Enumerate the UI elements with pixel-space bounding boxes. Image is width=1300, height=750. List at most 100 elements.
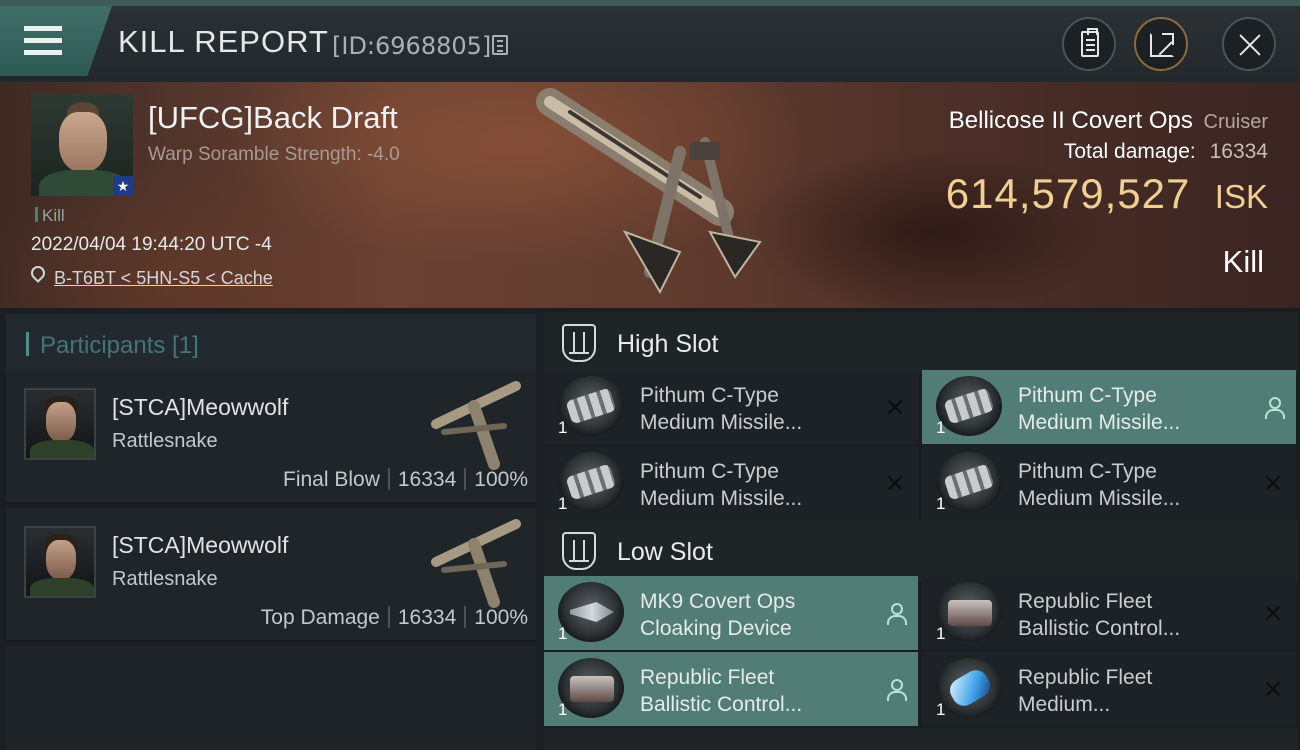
module-name: Pithum C-Type Medium Missile... [1018,384,1181,434]
module-quantity: 1 [558,494,568,513]
participant-stats: Final Blow 16334 100% [283,468,528,492]
participant-role: Final Blow [283,468,380,491]
module-name: MK9 Covert Ops Cloaking Device [640,590,796,640]
participant-ship-image [431,381,521,470]
participant-ship: Rattlesnake [112,568,218,590]
dropped-user-icon [886,679,907,701]
location-link[interactable]: B-T6BT < 5HN-S5 < Cache [54,268,273,289]
destroyed-icon [1265,605,1281,621]
close-icon [1239,34,1261,56]
isk-value: 614,579,527 ISK [946,170,1268,218]
destroyed-icon [887,399,903,415]
participant-avatar[interactable] [24,526,96,598]
victim-ship-image[interactable] [530,82,770,306]
launcher-icon [936,452,1002,512]
result-label: Kill [1222,244,1264,279]
kill-tag: Kill [35,206,65,226]
participant-ship: Rattlesnake [112,430,218,452]
share-button[interactable] [1134,17,1188,71]
module-quantity: 1 [558,700,568,719]
ship-class: Cruiser [1203,111,1268,133]
participant-stats: Top Damage 16334 100% [261,606,528,630]
page-title: KILL REPORT [118,24,329,59]
dropped-user-icon [886,603,907,625]
participants-title: Participants [1] [40,332,199,359]
copy-id-icon[interactable] [492,35,508,55]
participant-percent: 100% [474,468,528,491]
isk-unit: ISK [1214,178,1268,215]
share-icon [1150,33,1174,57]
total-damage: Total damage: 16334 [1064,140,1268,164]
module-quantity: 1 [936,700,946,719]
module-item[interactable]: 1 MK9 Covert Ops Cloaking Device [544,576,918,650]
module-name: Pithum C-Type Medium Missile... [640,460,803,510]
destroyed-icon [1265,475,1281,491]
module-item[interactable]: 1 Republic Fleet Ballistic Control... [922,576,1296,650]
module-quantity: 1 [936,418,946,437]
total-damage-value: 16334 [1209,140,1268,163]
victim-name[interactable]: [UFCG]Back Draft [148,100,398,136]
module-name: Republic Fleet Ballistic Control... [1018,590,1181,640]
high-slot-title: High Slot [617,330,719,358]
victim-ship-name: Bellicose II Covert Ops Cruiser [949,107,1268,135]
module-item[interactable]: 1 Pithum C-Type Medium Missile... [544,370,918,444]
participant-percent: 100% [474,606,528,629]
launcher-icon [558,452,624,512]
launcher-icon [558,376,624,436]
launcher-icon [936,376,1002,436]
participant-damage: 16334 [397,606,457,629]
cloak-icon [558,582,624,642]
clipboard-icon [1081,28,1099,57]
participant-role: Top Damage [260,606,380,629]
high-slot-header: High Slot [544,312,1298,374]
dropped-user-icon [1264,397,1285,419]
module-item[interactable]: 1 Pithum C-Type Medium Missile... [922,370,1296,444]
close-button[interactable] [1222,17,1276,71]
isk-amount: 614,579,527 [945,170,1191,217]
report-id: [ID:6968805] [332,32,492,60]
title-bar-accent [0,0,1300,6]
participant-name: [STCA]Meowwolf [112,532,289,558]
destroyed-icon [887,475,903,491]
location-pin-icon [28,263,48,283]
star-icon: ★ [113,176,133,196]
hamburger-icon [24,26,62,56]
module-quantity: 1 [558,418,568,437]
warp-scramble-strength: Warp Soramble Strength: -4.0 [148,144,400,165]
module-item[interactable]: 1 Pithum C-Type Medium Missile... [544,446,918,520]
module-item[interactable]: 1 Republic Fleet Medium... [922,652,1296,726]
bcs-icon [936,582,1002,642]
module-name: Pithum C-Type Medium Missile... [1018,460,1181,510]
menu-button[interactable] [0,6,112,76]
module-name: Pithum C-Type Medium Missile... [640,384,803,434]
participant-card[interactable]: [STCA]Meowwolf Rattlesnake Top Damage 163… [6,508,536,642]
participant-ship-image [431,519,521,608]
low-slot-title: Low Slot [617,538,713,566]
participants-header: Participants [1] [6,314,536,374]
low-slot-icon [562,532,596,570]
fitting-panel: High Slot 1 Pithum C-Type Medium Missile.… [540,308,1300,750]
ammo-icon [936,658,1002,718]
participants-panel: Participants [1] [STCA]Meowwolf Rattlesn… [0,308,540,750]
participant-avatar[interactable] [24,388,96,460]
participant-card[interactable]: [STCA]Meowwolf Rattlesnake Final Blow 163… [6,370,536,504]
clipboard-button[interactable] [1062,17,1116,71]
bcs-icon [558,658,624,718]
module-quantity: 1 [936,494,946,513]
module-quantity: 1 [936,624,946,643]
module-item[interactable]: 1 Republic Fleet Ballistic Control... [544,652,918,726]
module-name: Republic Fleet Ballistic Control... [640,666,803,716]
participant-name: [STCA]Meowwolf [112,394,289,420]
ship-name: Bellicose II Covert Ops [948,107,1193,134]
title-bar: KILL REPORT [ID:6968805] [0,0,1300,82]
victim-banner: ★ [UFCG]Back Draft Warp Soramble Strengt… [0,82,1300,308]
mid-slot-header-partial [544,728,1298,750]
kill-timestamp: 2022/04/04 19:44:20 UTC -4 [31,234,272,255]
low-slot-header: Low Slot [544,520,1298,582]
destroyed-icon [1265,681,1281,697]
participant-damage: 16334 [397,468,457,491]
module-quantity: 1 [558,624,568,643]
module-item[interactable]: 1 Pithum C-Type Medium Missile... [922,446,1296,520]
high-slot-icon [562,324,596,362]
module-name: Republic Fleet Medium... [1018,666,1153,716]
